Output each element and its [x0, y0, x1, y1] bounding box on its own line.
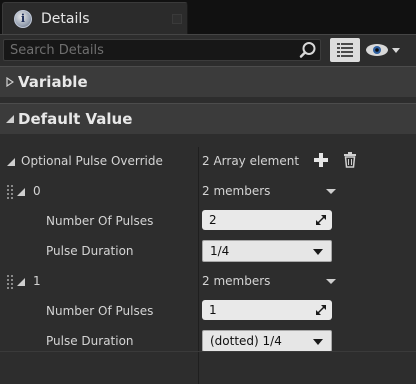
array-property-row: Optional Pulse Override 2 Array element: [0, 147, 416, 177]
property-name: Pulse Duration: [46, 244, 134, 258]
property-name: Number Of Pulses: [46, 214, 154, 228]
element-menu-arrow[interactable]: [326, 189, 336, 194]
search-box: [3, 39, 321, 61]
number-of-pulses-row: Number Of Pulses 1: [0, 297, 416, 327]
search-input[interactable]: [10, 42, 290, 59]
array-element-row: 0 2 members: [0, 177, 416, 207]
number-of-pulses-field[interactable]: 1: [202, 300, 332, 320]
expand-arrow-icon[interactable]: [17, 188, 26, 197]
drag-handle-icon[interactable]: [7, 185, 13, 201]
number-of-pulses-row: Number Of Pulses 2: [0, 207, 416, 237]
pulse-duration-row: Pulse Duration (dotted) 1/4: [0, 327, 416, 357]
element-menu-arrow[interactable]: [326, 279, 336, 284]
trash-icon[interactable]: [343, 152, 357, 168]
category-label: Default Value: [18, 110, 133, 128]
drag-value-icon: [316, 305, 326, 315]
chevron-down-icon: [313, 339, 323, 345]
element-index: 1: [33, 274, 41, 288]
tab-menu-icon[interactable]: [173, 15, 181, 23]
element-index: 0: [33, 184, 41, 198]
plus-icon[interactable]: [314, 153, 328, 167]
category-default-value[interactable]: Default Value: [0, 103, 416, 134]
tab-title: Details: [41, 11, 90, 27]
element-summary: 2 members: [202, 274, 271, 288]
pulse-duration-combo[interactable]: (dotted) 1/4: [202, 330, 332, 352]
pulse-duration-row: Pulse Duration 1/4: [0, 237, 416, 267]
field-value: 2: [209, 213, 217, 227]
panel-bottom-border: [0, 351, 416, 352]
grid-list-icon: [337, 43, 353, 57]
pulse-duration-combo[interactable]: 1/4: [202, 240, 332, 262]
category-variable[interactable]: Variable: [0, 66, 416, 97]
property-rows: Optional Pulse Override 2 Array element: [0, 147, 416, 384]
search-icon[interactable]: [298, 41, 318, 59]
eye-icon[interactable]: [364, 41, 404, 59]
property-name: Number Of Pulses: [46, 304, 154, 318]
chevron-down-icon: [313, 249, 323, 255]
expand-arrow-icon[interactable]: [17, 278, 26, 287]
array-element-row: 1 2 members: [0, 267, 416, 297]
number-of-pulses-field[interactable]: 2: [202, 210, 332, 230]
chevron-down-icon: [6, 115, 14, 123]
drag-handle-icon[interactable]: [7, 275, 13, 291]
chevron-right-icon: [6, 77, 14, 87]
array-count: 2 Array element: [202, 154, 300, 168]
element-summary: 2 members: [202, 184, 271, 198]
details-tab[interactable]: i Details: [2, 2, 188, 34]
combo-value: 1/4: [210, 244, 230, 258]
tab-bar: i Details: [0, 0, 416, 34]
field-value: 1: [209, 303, 217, 317]
info-icon: i: [14, 10, 32, 28]
search-row: [0, 35, 416, 65]
view-options-button[interactable]: [330, 38, 360, 62]
combo-value: (dotted) 1/4: [210, 334, 282, 348]
details-panel: Variable Default Value Optional Pulse Ov…: [0, 34, 416, 384]
property-name: Optional Pulse Override: [21, 154, 163, 168]
category-label: Variable: [18, 73, 88, 91]
property-name: Pulse Duration: [46, 334, 134, 348]
drag-value-icon: [316, 215, 326, 225]
expand-arrow-icon[interactable]: [7, 158, 16, 167]
